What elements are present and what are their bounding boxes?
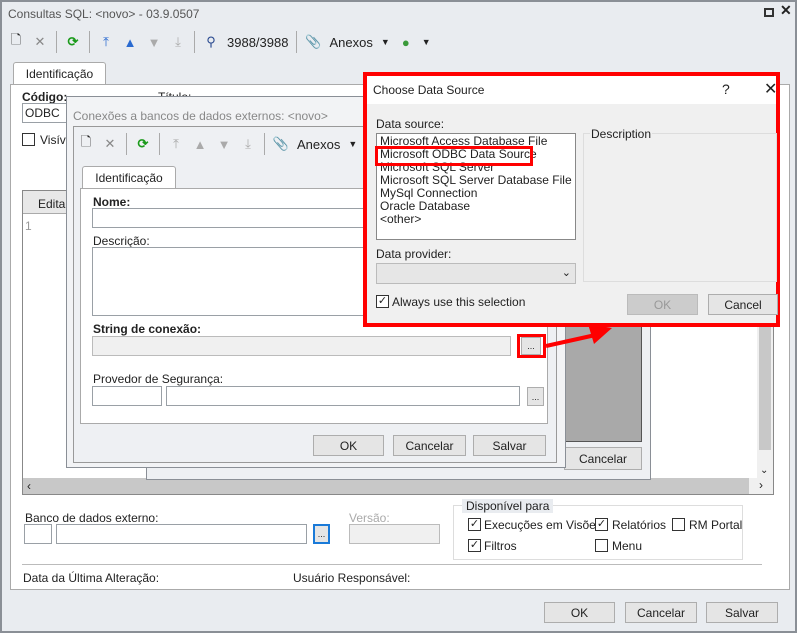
choose-close-button[interactable]: ✕ (764, 79, 777, 99)
close-button[interactable]: ✕ (780, 2, 792, 19)
attachments-button[interactable]: Anexos (329, 35, 372, 50)
relatorios-checkbox[interactable]: ✓ (595, 518, 608, 531)
list-item[interactable]: <other> (380, 213, 572, 226)
execucoes-checkbox[interactable]: ✓ (468, 518, 481, 531)
highlight-box-odbc (375, 146, 533, 166)
banco-browse-button[interactable]: ... (313, 524, 330, 544)
cancelar-button[interactable]: Cancelar (625, 602, 697, 623)
new-icon[interactable]: 🗋 (78, 134, 94, 152)
attachments-dropdown-icon[interactable]: ▼ (381, 37, 390, 47)
line-number: 1 (25, 219, 32, 233)
help-button[interactable]: ? (722, 81, 730, 97)
conexoes-ok-button[interactable]: OK (313, 435, 384, 456)
first-icon[interactable]: ⤒ (168, 136, 184, 152)
data-alteracao-label: Data da Última Alteração: (23, 571, 160, 585)
provedor-code-input[interactable] (92, 386, 162, 406)
scroll-left-icon[interactable]: ‹ (27, 479, 31, 493)
record-counter: 3988/3988 (227, 34, 289, 50)
conexoes-cancelar-button[interactable]: Cancelar (393, 435, 466, 456)
ok-button[interactable]: OK (544, 602, 615, 623)
conexoes-toolbar: 🗋 ✕ ⟳ ⤒ ▲ ▼ ⤓ 📎 Anexos ▼ ● (78, 133, 381, 155)
paperclip-icon[interactable]: 📎 (305, 34, 321, 50)
description-group (583, 133, 777, 282)
disponivel-label: Disponível para (462, 499, 554, 513)
restore-button[interactable] (764, 8, 774, 17)
previous-icon[interactable]: ▲ (192, 136, 208, 152)
filtros-label: Filtros (484, 539, 517, 553)
codigo-input[interactable]: ODBC (22, 103, 72, 123)
scroll-down-icon[interactable]: ⌄ (760, 465, 768, 476)
previous-icon[interactable]: ▲ (122, 34, 138, 50)
relatorios-label: Relatórios (612, 518, 667, 532)
first-icon[interactable]: ⤒ (98, 34, 114, 50)
always-use-checkbox[interactable]: ✓ (376, 295, 389, 308)
codigo-value: ODBC (25, 106, 60, 120)
provedor-name-input[interactable] (166, 386, 520, 406)
always-use-label: Always use this selection (392, 295, 526, 309)
description-label: Description (590, 127, 653, 141)
rm-portal-label: RM Portal (689, 518, 743, 532)
main-toolbar: 🗋 ✕ ⟳ ⤒ ▲ ▼ ⤓ ⚲ 3988/3988 📎 Anexos ▼ ● ▼ (8, 31, 431, 53)
globe-icon[interactable]: ● (398, 34, 414, 50)
choose-cancel-button[interactable]: Cancel (708, 294, 778, 315)
choose-ok-button: OK (627, 294, 698, 315)
globe-dropdown-icon[interactable]: ▼ (422, 37, 431, 47)
nome-label: Nome: (93, 195, 131, 209)
next-icon[interactable]: ▼ (146, 34, 162, 50)
editor-hscrollbar[interactable]: ‹ › (23, 478, 773, 494)
binoculars-icon[interactable]: ⚲ (203, 34, 219, 50)
usuario-label: Usuário Responsável: (293, 571, 411, 585)
chevron-down-icon: ⌄ (561, 267, 571, 279)
salvar-button[interactable]: Salvar (706, 602, 778, 623)
filtros-checkbox[interactable]: ✓ (468, 539, 481, 552)
versao-input (349, 524, 440, 544)
background-cancelar-button[interactable]: Cancelar (564, 447, 642, 470)
delete-icon[interactable]: ✕ (102, 136, 118, 152)
editor-tab[interactable]: Editar (23, 191, 70, 214)
conexoes-salvar-button[interactable]: Salvar (473, 435, 546, 456)
last-icon[interactable]: ⤓ (170, 34, 186, 50)
visivel-checkbox[interactable] (22, 133, 35, 146)
last-icon[interactable]: ⤓ (240, 136, 256, 152)
new-icon[interactable]: 🗋 (8, 32, 24, 50)
descricao-label: Descrição: (93, 234, 150, 248)
paperclip-icon[interactable]: 📎 (273, 136, 289, 152)
provedor-label: Provedor de Segurança: (93, 372, 224, 386)
nome-input[interactable] (92, 208, 392, 228)
string-conexao-label: String de conexão: (93, 322, 202, 336)
tab-identificacao[interactable]: Identificação (13, 62, 106, 85)
next-icon[interactable]: ▼ (216, 136, 232, 152)
codigo-label: Código: (22, 90, 68, 104)
data-provider-label: Data provider: (376, 247, 452, 261)
conexoes-tab-identificacao[interactable]: Identificação (82, 166, 176, 189)
conexoes-title: Conexões a bancos de dados externos: <no… (73, 109, 328, 123)
data-provider-select[interactable]: ⌄ (376, 263, 576, 284)
menu-label: Menu (612, 539, 643, 553)
provedor-browse-button[interactable]: ... (527, 387, 544, 406)
banco-code-input[interactable] (24, 524, 52, 544)
descricao-textarea[interactable] (92, 247, 392, 316)
attachments-dropdown-icon[interactable]: ▼ (348, 139, 357, 149)
banco-label: Banco de dados externo: (25, 511, 159, 525)
window-title: Consultas SQL: <novo> - 03.9.0507 (8, 7, 200, 21)
data-source-label: Data source: (376, 117, 445, 131)
versao-label: Versão: (349, 511, 390, 525)
refresh-icon[interactable]: ⟳ (65, 34, 81, 50)
attachments-button[interactable]: Anexos (297, 137, 340, 152)
choose-title: Choose Data Source (373, 83, 485, 97)
refresh-icon[interactable]: ⟳ (135, 136, 151, 152)
divider (22, 564, 762, 565)
delete-icon[interactable]: ✕ (32, 34, 48, 50)
rm-portal-checkbox[interactable] (672, 518, 685, 531)
editor-tab-label: Editar (38, 197, 70, 211)
menu-checkbox[interactable] (595, 539, 608, 552)
scroll-right-icon[interactable]: › (749, 478, 773, 494)
banco-name-input[interactable] (56, 524, 307, 544)
execucoes-label: Execuções em Visões (484, 518, 602, 532)
string-conexao-input[interactable] (92, 336, 511, 356)
